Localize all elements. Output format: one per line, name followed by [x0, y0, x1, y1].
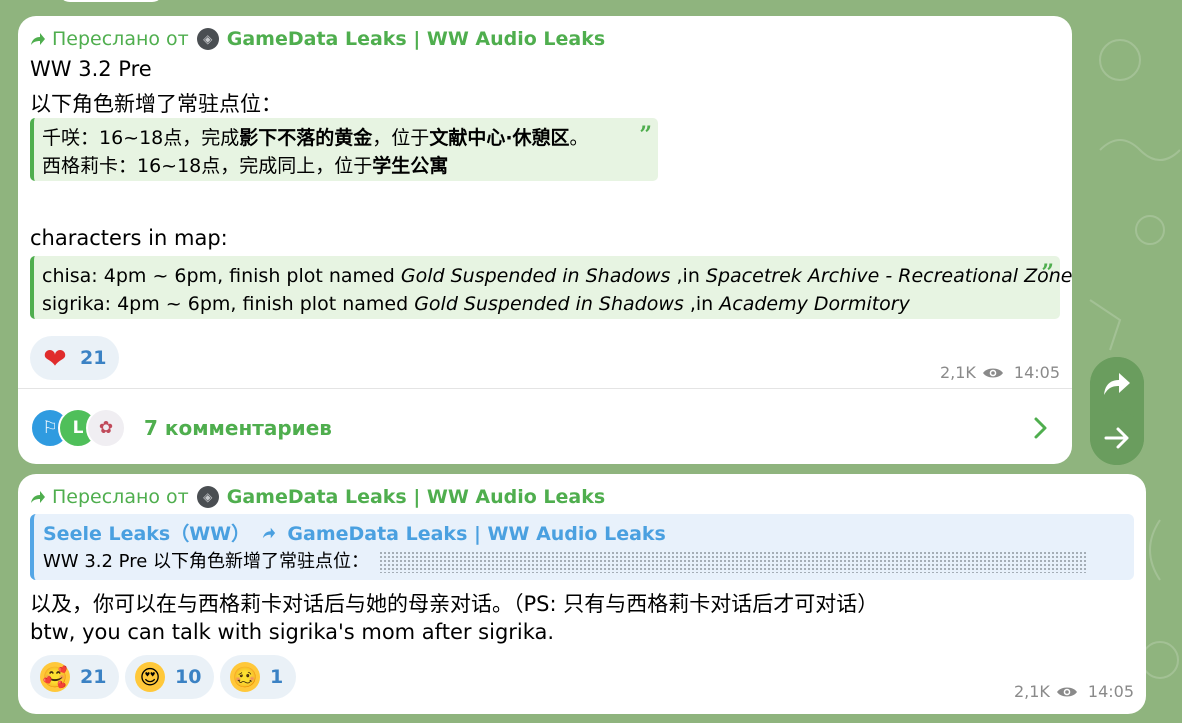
- quote-icon: ”: [1041, 260, 1054, 286]
- comments-divider: [18, 388, 1072, 389]
- reply-source: GameData Leaks | WW Audio Leaks: [287, 523, 666, 545]
- share-button[interactable]: [1090, 357, 1144, 411]
- message-intro: 以下角色新增了常驻点位：: [30, 92, 282, 116]
- commenter-avatar: ✿: [86, 408, 126, 448]
- forwarded-header: Переслано от ◈ GameData Leaks | WW Audio…: [30, 485, 605, 509]
- reaction-smiling-hearts[interactable]: 🥰 21: [30, 655, 120, 699]
- message-time: 14:05: [1087, 682, 1134, 701]
- forward-arrow-icon: [262, 527, 275, 539]
- reply-author: Seele Leaks（WW）: [43, 523, 251, 545]
- eye-icon: [1056, 687, 1077, 696]
- go-to-comments-button[interactable]: [1090, 411, 1144, 465]
- spoiler-mask[interactable]: [379, 551, 1088, 573]
- source-channel-link[interactable]: GameData Leaks | WW Audio Leaks: [227, 28, 605, 50]
- smiling-hearts-icon: 🥰: [40, 662, 70, 692]
- channel-avatar[interactable]: ◈: [196, 486, 219, 508]
- blockquote-cn: 千咲：16~18点，完成影下不落的黄金，位于文献中心·休憩区。 西格莉卡：16~…: [30, 118, 658, 181]
- message-text-en: btw, you can talk with sigrika's mom aft…: [30, 620, 555, 644]
- reaction-heart[interactable]: ❤ 21: [30, 336, 120, 380]
- quote-line: chisa: 4pm ~ 6pm, finish plot named Gold…: [42, 265, 1073, 287]
- reaction-count: 10: [175, 666, 202, 688]
- view-count: 2,1K: [1013, 682, 1050, 701]
- quote-line: sigrika: 4pm ~ 6pm, finish plot named Go…: [42, 293, 910, 315]
- channel-avatar[interactable]: ◈: [196, 28, 219, 50]
- forwarded-header: Переслано от ◈ GameData Leaks | WW Audio…: [30, 27, 605, 51]
- forward-arrow-icon: [31, 33, 45, 45]
- heart-icon: ❤: [43, 341, 67, 375]
- reaction-woozy[interactable]: 🥴 1: [220, 655, 297, 699]
- message-meta: 2,1K 14:05: [940, 363, 1060, 382]
- quote-line: 千咲：16~18点，完成影下不落的黄金，位于文献中心·休憩区。: [42, 127, 589, 149]
- quote-line: 西格莉卡：16~18点，完成同上，位于学生公寓: [42, 155, 449, 177]
- message-heading-en: characters in map:: [30, 226, 228, 250]
- chevron-right-icon: [1034, 417, 1047, 439]
- arrow-right-icon: [1104, 427, 1129, 449]
- message-text-cn: 以及，你可以在与西格莉卡对话后与她的母亲对话。（PS: 只有与西格莉卡对话后才可…: [30, 592, 879, 616]
- blockquote-en: chisa: 4pm ~ 6pm, finish plot named Gold…: [30, 256, 1073, 319]
- source-channel-link[interactable]: GameData Leaks | WW Audio Leaks: [227, 486, 605, 508]
- eye-icon: [982, 368, 1003, 377]
- share-icon: [1104, 373, 1130, 395]
- reaction-count: 1: [270, 666, 284, 688]
- forwarded-prefix: Переслано от: [52, 28, 189, 50]
- message-bubble[interactable]: Переслано от ◈ GameData Leaks | WW Audio…: [18, 16, 1072, 464]
- previous-message-edge: [58, 0, 164, 2]
- comments-label: 7 комментариев: [144, 416, 332, 440]
- reaction-count: 21: [80, 666, 107, 688]
- reaction-count: 21: [80, 347, 107, 369]
- heart-eyes-icon: 😍: [135, 662, 165, 692]
- forwarded-prefix: Переслано от: [52, 486, 189, 508]
- message-time: 14:05: [1013, 363, 1060, 382]
- message-meta: 2,1K 14:05: [1014, 682, 1134, 701]
- comments-button[interactable]: ⚐ L ✿ 7 комментариев: [30, 400, 1060, 456]
- quote-icon: ”: [639, 122, 652, 148]
- forward-arrow-icon: [31, 491, 45, 503]
- reply-header: Seele Leaks（WW） GameData Leaks | WW Audi…: [43, 520, 1134, 548]
- reply-preview[interactable]: Seele Leaks（WW） GameData Leaks | WW Audi…: [30, 514, 1134, 580]
- reply-body: WW 3.2 Pre 以下角色新增了常驻点位：: [43, 548, 1134, 576]
- woozy-face-icon: 🥴: [230, 662, 260, 692]
- reaction-heart-eyes[interactable]: 😍 10: [125, 655, 215, 699]
- view-count: 2,1K: [939, 363, 976, 382]
- reply-text: WW 3.2 Pre 以下角色新增了常驻点位：: [43, 551, 370, 572]
- message-bubble[interactable]: Переслано от ◈ GameData Leaks | WW Audio…: [18, 474, 1146, 714]
- message-title: WW 3.2 Pre: [30, 57, 152, 81]
